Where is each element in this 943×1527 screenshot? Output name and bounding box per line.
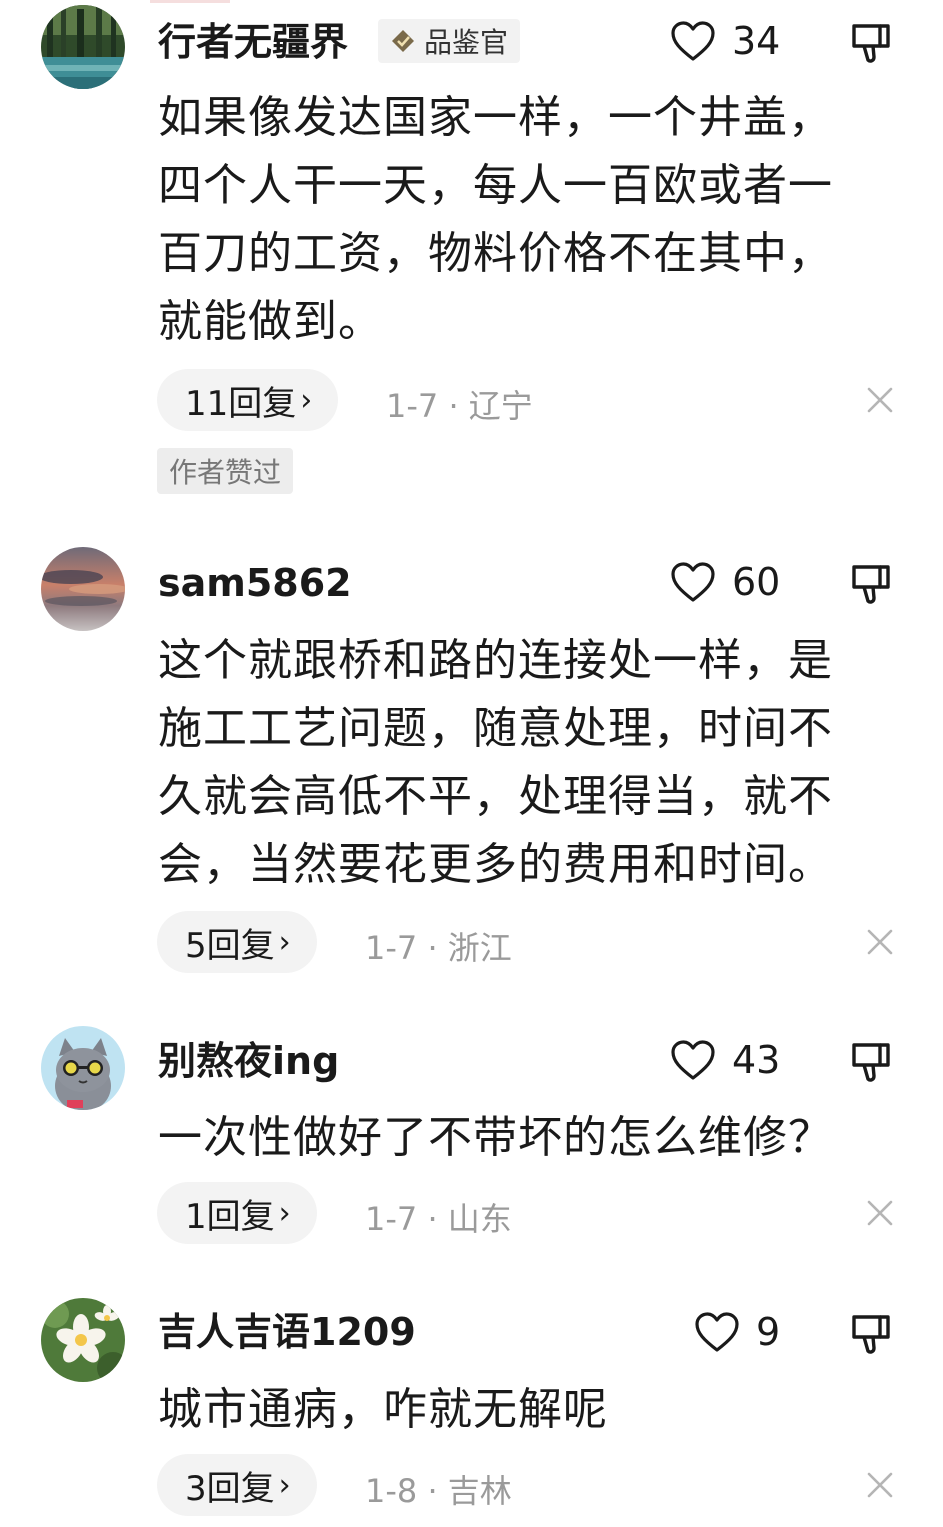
comment-meta: 1-7 · 辽宁	[386, 387, 533, 425]
replies-button[interactable]: 11回复 ›	[157, 369, 339, 431]
chevron-right-icon: ›	[278, 1195, 291, 1231]
replies-label: 11回复	[185, 383, 297, 424]
comment-text: 一次性做好了不带坏的怎么维修？	[158, 1104, 878, 1172]
close-icon[interactable]	[866, 928, 894, 956]
frangipani-flower-avatar-icon	[41, 1298, 125, 1382]
comment-line: 百刀的工资，物料价格不在其中，	[158, 228, 833, 279]
heart-outline-icon	[695, 1312, 739, 1352]
comment-line: 四个人干一天，每人一百欧或者一	[158, 160, 833, 211]
replies-button[interactable]: 5回复 ›	[157, 911, 317, 973]
comment-meta: 1-8 · 吉林	[365, 1472, 512, 1510]
like-count: 60	[732, 560, 781, 604]
chevron-right-icon: ›	[278, 924, 291, 960]
cartoon-cat-sunglasses-avatar-icon	[41, 1026, 125, 1110]
like-button[interactable]: 9	[694, 1311, 780, 1353]
replies-label: 3回复	[185, 1468, 275, 1509]
comment-text: 如果像发达国家一样，一个井盖， 四个人干一天，每人一百欧或者一 百刀的工资，物料…	[158, 84, 878, 356]
replies-button[interactable]: 3回复 ›	[157, 1454, 317, 1516]
like-button[interactable]: 43	[670, 1039, 780, 1081]
heart-outline-icon	[671, 1040, 715, 1080]
badge-label: 品鉴官	[424, 26, 509, 59]
comment-line: 这个就跟桥和路的连接处一样，是	[158, 635, 833, 686]
replies-label: 1回复	[185, 1196, 275, 1237]
comment-meta: 1-7 · 浙江	[365, 929, 512, 967]
close-icon[interactable]	[866, 386, 894, 414]
user-badge: 品鉴官	[378, 19, 521, 63]
chevron-right-icon: ›	[278, 1467, 291, 1503]
comment-line: 就能做到。	[158, 296, 383, 347]
diamond-badge-icon	[392, 30, 414, 52]
username[interactable]: 别熬夜ing	[158, 1042, 339, 1080]
replies-label: 5回复	[185, 925, 275, 966]
forest-lake-avatar-icon	[41, 5, 125, 89]
comment-line: 施工工艺问题，随意处理，时间不	[158, 703, 833, 754]
thumbs-down-icon[interactable]	[848, 561, 894, 607]
thumbs-down-icon[interactable]	[848, 1311, 894, 1357]
avatar[interactable]	[41, 1026, 125, 1110]
like-count: 9	[756, 1310, 781, 1354]
avatar[interactable]	[41, 5, 125, 89]
like-count: 34	[732, 19, 781, 63]
close-icon[interactable]	[866, 1199, 894, 1227]
comment-line: 会，当然要花更多的费用和时间。	[158, 839, 833, 890]
like-button[interactable]: 60	[670, 561, 780, 603]
comment-text: 这个就跟桥和路的连接处一样，是 施工工艺问题，随意处理，时间不 久就会高低不平，…	[158, 627, 878, 899]
top-divider-sliver	[150, 0, 230, 3]
username[interactable]: 行者无疆界	[158, 23, 348, 61]
replies-button[interactable]: 1回复 ›	[157, 1182, 317, 1244]
chevron-right-icon: ›	[300, 382, 313, 418]
like-count: 43	[732, 1038, 781, 1082]
username[interactable]: 吉人吉语1209	[158, 1313, 416, 1351]
sunset-sky-avatar-icon	[41, 547, 125, 631]
avatar[interactable]	[41, 1298, 125, 1382]
thumbs-down-icon[interactable]	[848, 1039, 894, 1085]
comment-line: 久就会高低不平，处理得当，就不	[158, 771, 833, 822]
like-button[interactable]: 34	[670, 20, 780, 62]
avatar[interactable]	[41, 547, 125, 631]
comment-line: 如果像发达国家一样，一个井盖，	[158, 92, 833, 143]
author-liked-tag: 作者赞过	[157, 448, 294, 494]
close-icon[interactable]	[866, 1471, 894, 1499]
heart-outline-icon	[671, 562, 715, 602]
comment-text: 城市通病，咋就无解呢	[158, 1376, 878, 1444]
thumbs-down-icon[interactable]	[848, 20, 894, 66]
username[interactable]: sam5862	[158, 564, 352, 602]
comment-line: 一次性做好了不带坏的怎么维修？	[158, 1112, 833, 1163]
comment-line: 城市通病，咋就无解呢	[158, 1384, 608, 1435]
comment-meta: 1-7 · 山东	[365, 1200, 512, 1238]
heart-outline-icon	[671, 21, 715, 61]
